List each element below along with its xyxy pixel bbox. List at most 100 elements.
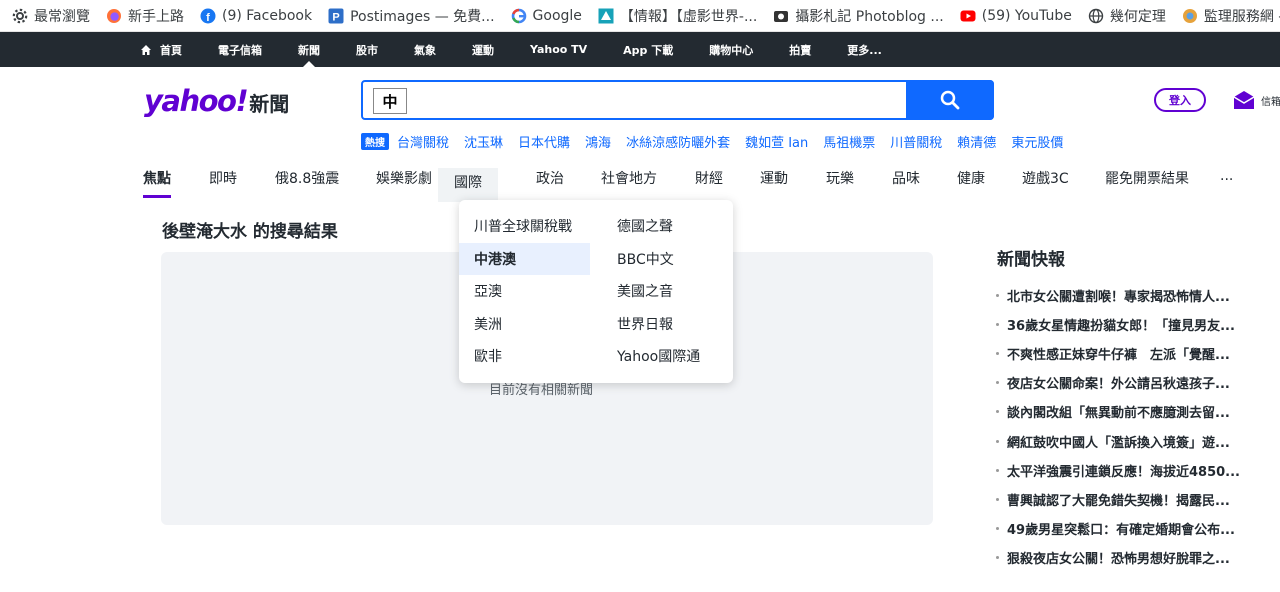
category-7[interactable]: 財經 [695, 168, 723, 198]
topnav-item[interactable]: 更多... [847, 32, 882, 67]
bookmark-label: (9) Facebook [222, 7, 313, 24]
news-flash-headline[interactable]: 網紅鼓吹中國人「濫訴換入境簽」遊... [1007, 432, 1230, 451]
search-result-title: 後壁淹大水 的搜尋結果 [162, 222, 338, 242]
dropdown-item[interactable]: 美洲 [459, 308, 590, 340]
category-3[interactable]: 娛樂影劇 [376, 168, 432, 198]
category-14[interactable]: ... [1220, 168, 1233, 198]
topnav-item[interactable]: 新聞 [298, 32, 320, 67]
news-flash-headline[interactable]: 36歲女星情趣扮貓女郎！「撞見男友... [1007, 315, 1235, 334]
news-flash-list: 北市女公關遭割喉！專家揭恐怖情人... 36歲女星情趣扮貓女郎！「撞見男友... 不… [996, 281, 1258, 572]
trending-link[interactable]: 沈玉琳 [464, 132, 503, 151]
dropdown-item[interactable]: 亞澳 [459, 275, 590, 307]
category-8[interactable]: 運動 [760, 168, 788, 198]
news-flash-headline[interactable]: 狠殺夜店女公關！恐怖男想好脫罪之... [1007, 548, 1230, 567]
trending-link[interactable]: 東元股價 [1011, 132, 1063, 151]
trending-link[interactable]: 台灣關稅 [397, 132, 449, 151]
news-flash-item[interactable]: 36歲女星情趣扮貓女郎！「撞見男友... [996, 310, 1258, 339]
dropdown-item[interactable]: 世界日報 [602, 308, 727, 340]
google-icon [511, 8, 527, 24]
news-flash-item[interactable]: 49歲男星突鬆口：有確定婚期會公布... [996, 514, 1258, 543]
bookmark-item[interactable]: 【情報】【虛影世界-... [590, 0, 765, 32]
topnav-label: 拍賣 [789, 43, 812, 57]
news-flash-item[interactable]: 曹興誠認了大罷免錯失契機！揭露民... [996, 485, 1258, 514]
news-flash-headline[interactable]: 北市女公關遭割喉！專家揭恐怖情人... [1007, 286, 1230, 305]
dropdown-item[interactable]: 中港澳 [459, 242, 590, 275]
bookmark-item[interactable]: P Postimages — 免費... [320, 0, 502, 32]
category-9[interactable]: 玩樂 [826, 168, 854, 198]
news-flash-item[interactable]: 不爽性感正妹穿牛仔褲 左派「覺醒... [996, 339, 1258, 368]
bullet [996, 410, 999, 414]
news-flash-item[interactable]: 談內閣改組「無異動前不應臆測去留... [996, 397, 1258, 426]
gear-icon [12, 8, 28, 24]
login-button[interactable]: 登入 [1154, 88, 1206, 112]
news-flash-headline[interactable]: 49歲男星突鬆口：有確定婚期會公布... [1007, 519, 1235, 538]
dropdown-item[interactable]: 德國之聲 [602, 210, 727, 242]
globe-icon [1088, 8, 1104, 24]
postimages-icon: P [328, 8, 344, 24]
news-flash-item[interactable]: 狠殺夜店女公關！恐怖男想好脫罪之... [996, 543, 1258, 572]
bookmark-item[interactable]: 監理服務網 - 交通部... [1174, 0, 1280, 32]
bookmark-item[interactable]: (59) YouTube [952, 0, 1080, 32]
topnav-item[interactable]: 股市 [356, 32, 378, 67]
top-nav: 首頁 電子信箱 新聞 股市 氣象 運動 Yahoo TV App 下載 購物中心 拍賣 更多... [140, 32, 918, 67]
category-13[interactable]: 罷免開票結果 [1105, 168, 1189, 198]
trending-link[interactable]: 日本代購 [518, 132, 570, 151]
news-flash-headline[interactable]: 夜店女公關命案！外公請呂秋遠孩子... [1007, 373, 1230, 392]
dropdown-item[interactable]: 歐非 [459, 340, 590, 372]
topnav-item[interactable]: 拍賣 [789, 32, 811, 67]
category-12[interactable]: 遊戲3C [1022, 168, 1069, 198]
topnav-item[interactable]: 電子信箱 [218, 32, 262, 67]
bookmark-item[interactable]: 攝影札記 Photoblog ... [765, 0, 951, 32]
category-10[interactable]: 品味 [892, 168, 920, 198]
dropdown-item[interactable]: Yahoo國際通 [602, 340, 727, 372]
bookmark-item[interactable]: 最常瀏覽 [4, 0, 98, 32]
mail-link[interactable]: 信箱 [1233, 90, 1280, 110]
search-button[interactable] [906, 80, 994, 120]
trending-link[interactable]: 魏如萱 Ian [745, 132, 808, 151]
bullet [996, 468, 999, 472]
news-flash-headline[interactable]: 曹興誠認了大罷免錯失契機！揭露民... [1007, 490, 1230, 509]
bookmark-item[interactable]: Google [503, 0, 590, 32]
bookmark-item[interactable]: f (9) Facebook [192, 0, 320, 32]
news-flash-headline[interactable]: 不爽性感正妹穿牛仔褲 左派「覺醒... [1007, 344, 1230, 363]
topnav-label: 購物中心 [709, 43, 754, 57]
news-flash-headline[interactable]: 談內閣改組「無異動前不應臆測去留... [1007, 402, 1230, 421]
dropdown-item[interactable]: BBC中文 [602, 243, 727, 275]
yahoo-news-logo[interactable]: yahoo! 新聞 [144, 84, 289, 118]
bookmark-label: 監理服務網 - 交通部... [1203, 8, 1280, 25]
category-11[interactable]: 健康 [957, 168, 985, 198]
category-0[interactable]: 焦點 [143, 168, 171, 198]
news-flash-item[interactable]: 網紅鼓吹中國人「濫訴換入境簽」遊... [996, 426, 1258, 455]
category-5[interactable]: 政治 [536, 168, 564, 198]
news-flash-headline[interactable]: 太平洋強震引連鎖反應！海拔近4850... [1007, 461, 1240, 480]
topnav-item[interactable]: 首頁 [140, 32, 182, 67]
bookmark-item[interactable]: 新手上路 [98, 0, 192, 32]
facebook-icon: f [200, 8, 216, 24]
category-6[interactable]: 社會地方 [601, 168, 657, 198]
bookmarks-bar: 最常瀏覽 新手上路 f (9) Facebook P Postimages — 免費...… [0, 0, 1280, 32]
news-flash-item[interactable]: 太平洋強震引連鎖反應！海拔近4850... [996, 456, 1258, 485]
category-4[interactable]: 國際 [438, 168, 498, 202]
search-input[interactable] [407, 86, 897, 116]
category-1[interactable]: 即時 [209, 168, 237, 198]
topnav-item[interactable]: Yahoo TV [530, 32, 587, 67]
topnav-item[interactable]: App 下載 [623, 32, 673, 67]
logo-text: yahoo! [144, 84, 249, 118]
dropdown-item[interactable]: 美國之音 [602, 275, 727, 307]
news-flash-item[interactable]: 夜店女公關命案！外公請呂秋遠孩子... [996, 368, 1258, 397]
topnav-label: 股市 [356, 43, 378, 57]
photoblog-icon [773, 8, 789, 24]
trending-link[interactable]: 鴻海 [585, 132, 611, 151]
topnav-item[interactable]: 購物中心 [709, 32, 753, 67]
trending-link[interactable]: 馬祖機票 [823, 132, 875, 151]
trending-link[interactable]: 川普關稅 [890, 132, 942, 151]
news-flash-item[interactable]: 北市女公關遭割喉！專家揭恐怖情人... [996, 281, 1258, 310]
trending-link[interactable]: 賴清德 [957, 132, 996, 151]
category-2[interactable]: 俄8.8強震 [275, 168, 339, 198]
bookmark-item[interactable]: 幾何定理 [1080, 0, 1174, 32]
topnav-item[interactable]: 氣象 [414, 32, 436, 67]
dropdown-item[interactable]: 川普全球關稅戰 [459, 210, 590, 242]
topnav-item[interactable]: 運動 [472, 32, 494, 67]
trending-link[interactable]: 冰絲涼感防曬外套 [626, 132, 730, 151]
home-icon [140, 44, 152, 56]
